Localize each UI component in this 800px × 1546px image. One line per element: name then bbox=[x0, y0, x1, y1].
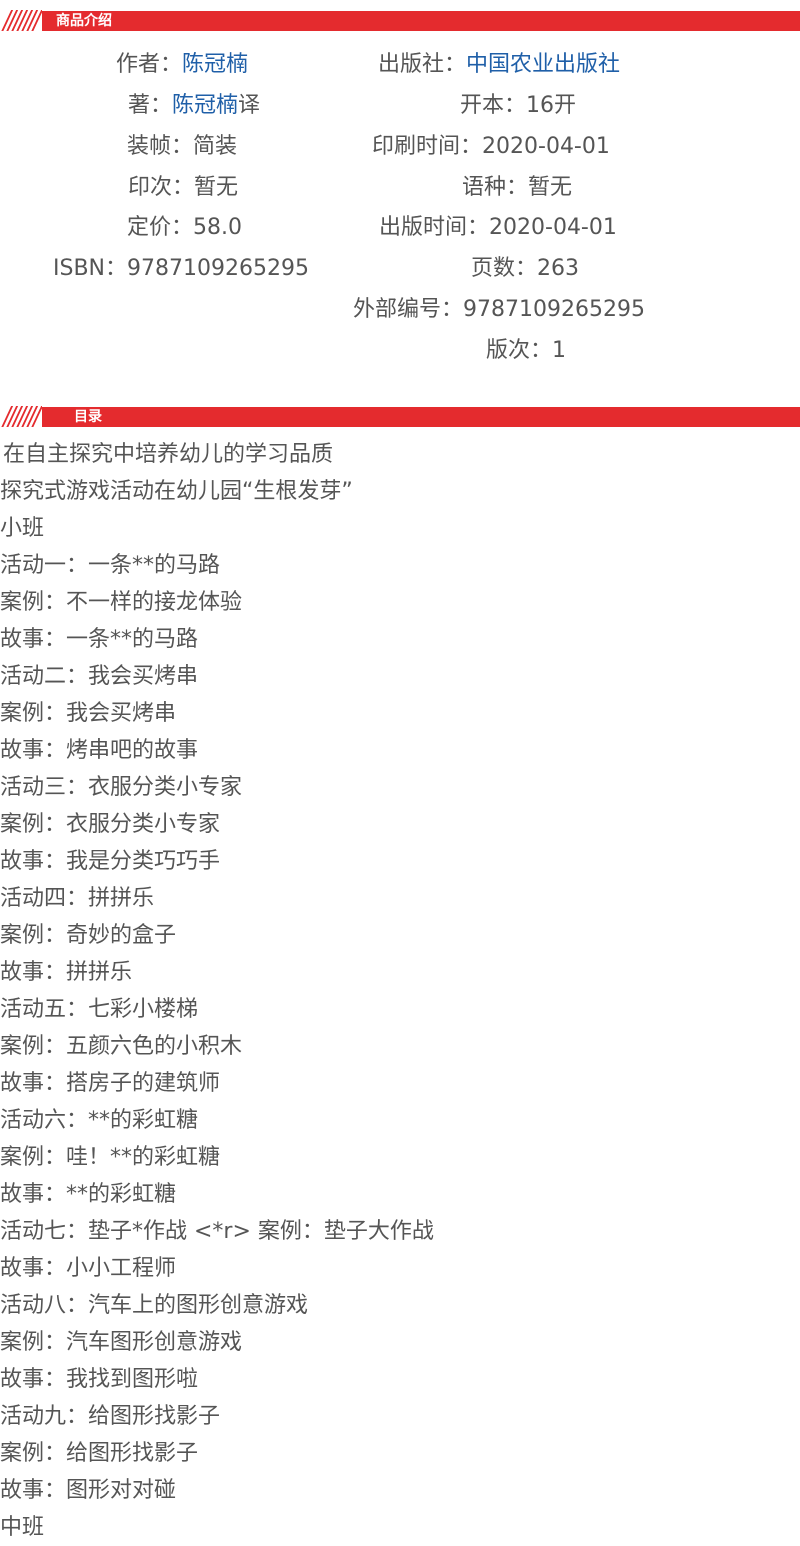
table-of-contents: 在自主探究中培养幼儿的学习品质 探究式游戏活动在幼儿园“生根发芽” 小班 活动一… bbox=[0, 436, 800, 1546]
slash-decoration-icon bbox=[0, 403, 42, 427]
info-edition: 版次：1 bbox=[486, 338, 567, 363]
toc-item: 故事：我找到图形啦 bbox=[0, 1367, 199, 1392]
toc-item: 案例：不一样的接龙体验 bbox=[0, 590, 243, 615]
info-binding: 装帧：简装 bbox=[127, 134, 238, 159]
section-title: 目录 bbox=[74, 409, 102, 425]
info-writer: 著：陈冠楠译 bbox=[128, 93, 261, 118]
toc-item: 活动四：拼拼乐 bbox=[0, 886, 155, 911]
toc-item: 活动七：垫子*作战 <*r> 案例：垫子大作战 bbox=[0, 1219, 434, 1244]
toc-item: 小班 bbox=[0, 516, 45, 541]
info-publish-time: 出版时间：2020-04-01 bbox=[379, 215, 617, 240]
publisher-link[interactable]: 中国农业出版社 bbox=[466, 52, 620, 77]
info-format: 开本：16开 bbox=[460, 93, 577, 118]
toc-item: 故事：图形对对碰 bbox=[0, 1478, 177, 1503]
info-print-time: 印刷时间：2020-04-01 bbox=[372, 134, 610, 159]
toc-item: 活动八：汽车上的图形创意游戏 bbox=[0, 1293, 309, 1318]
toc-item: 案例：给图形找影子 bbox=[0, 1441, 199, 1466]
toc-item: 故事：小小工程师 bbox=[0, 1256, 177, 1281]
toc-item: 案例：奇妙的盒子 bbox=[0, 923, 177, 948]
toc-item: 案例：衣服分类小专家 bbox=[0, 812, 221, 837]
info-price: 定价：58.0 bbox=[127, 215, 242, 240]
section-header-toc: 目录 bbox=[0, 403, 800, 427]
info-external-no: 外部编号：9787109265295 bbox=[353, 297, 645, 322]
toc-item: 案例：汽车图形创意游戏 bbox=[0, 1330, 243, 1355]
toc-item: 活动一：一条**的马路 bbox=[0, 553, 221, 578]
toc-item: 故事：一条**的马路 bbox=[0, 627, 199, 652]
info-publisher: 出版社：中国农业出版社 bbox=[378, 52, 621, 77]
slash-decoration-icon bbox=[0, 7, 42, 31]
toc-item: 探究式游戏活动在幼儿园“生根发芽” bbox=[0, 479, 353, 504]
info-language: 语种：暂无 bbox=[462, 175, 573, 200]
info-impression: 印次：暂无 bbox=[128, 175, 239, 200]
toc-item: 案例：我会买烤串 bbox=[0, 701, 177, 726]
section-header-bar bbox=[0, 407, 800, 427]
info-pages: 页数：263 bbox=[471, 256, 580, 281]
toc-item: 故事：烤串吧的故事 bbox=[0, 738, 199, 763]
toc-item: 中班 bbox=[0, 1515, 45, 1540]
section-header-bar bbox=[0, 11, 800, 31]
toc-item: 故事：搭房子的建筑师 bbox=[0, 1071, 221, 1096]
info-author: 作者：陈冠楠 bbox=[116, 52, 249, 77]
toc-item: 活动九：给图形找影子 bbox=[0, 1404, 221, 1429]
toc-item: 故事：**的彩虹糖 bbox=[0, 1182, 177, 1207]
toc-item: 案例：哇！**的彩虹糖 bbox=[0, 1145, 221, 1170]
toc-item: 故事：我是分类巧巧手 bbox=[0, 849, 221, 874]
toc-item: 故事：拼拼乐 bbox=[0, 960, 133, 985]
section-title: 商品介绍 bbox=[56, 13, 112, 29]
toc-item: 在自主探究中培养幼儿的学习品质 bbox=[3, 442, 334, 467]
author-link[interactable]: 陈冠楠 bbox=[182, 52, 248, 77]
toc-item: 活动三：衣服分类小专家 bbox=[0, 775, 243, 800]
section-header-product: 商品介绍 bbox=[0, 7, 800, 31]
toc-item: 案例：五颜六色的小积木 bbox=[0, 1034, 243, 1059]
writer-link[interactable]: 陈冠楠 bbox=[172, 93, 238, 118]
toc-item: 活动六：**的彩虹糖 bbox=[0, 1108, 199, 1133]
info-isbn: ISBN：9787109265295 bbox=[53, 256, 309, 281]
toc-item: 活动二：我会买烤串 bbox=[0, 664, 199, 689]
toc-item: 活动五：七彩小楼梯 bbox=[0, 997, 199, 1022]
